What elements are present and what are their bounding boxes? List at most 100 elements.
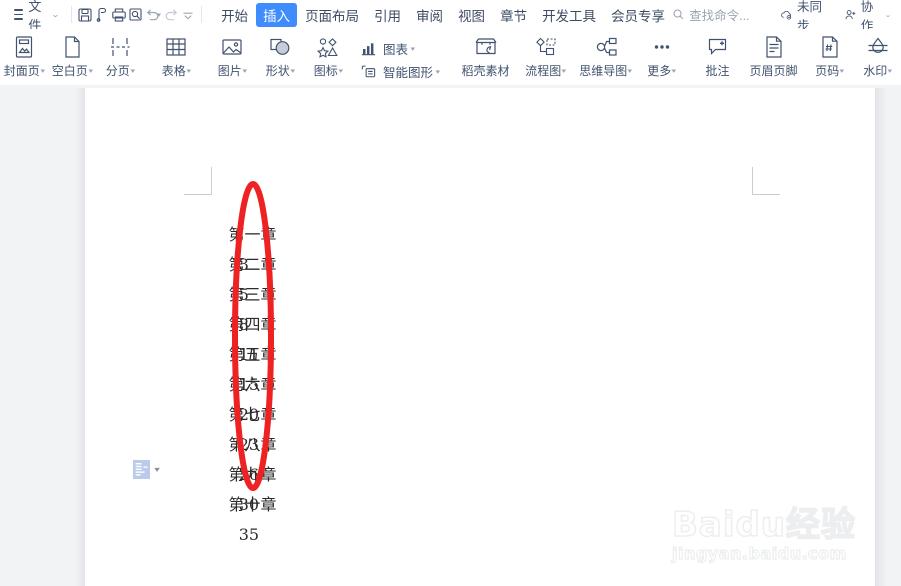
tab-section[interactable]: 章节 bbox=[493, 3, 534, 27]
chapter-label: 第八章 bbox=[228, 435, 277, 454]
more-label: 更多 ▾ bbox=[647, 64, 677, 78]
sync-status-button[interactable]: 未同步 bbox=[772, 0, 836, 33]
flowchart-icon bbox=[533, 34, 559, 60]
tab-insert[interactable]: 插入 bbox=[256, 2, 298, 27]
chapter-label: 第六章 bbox=[228, 375, 277, 394]
page-number: 35 bbox=[228, 525, 260, 544]
toolbar-divider bbox=[71, 6, 72, 23]
flowchart-button[interactable]: 流程图 ▾ bbox=[518, 29, 574, 85]
list-item[interactable]: 第一章 3 bbox=[198, 190, 518, 274]
print-icon[interactable] bbox=[111, 0, 128, 29]
page-shadow-left bbox=[75, 88, 85, 586]
page-number-icon bbox=[819, 34, 841, 60]
more-button[interactable]: 更多 ▾ bbox=[638, 29, 686, 85]
comment-button[interactable]: 批注 bbox=[694, 29, 742, 85]
page-break-icon bbox=[108, 34, 132, 60]
customize-toolbar-icon[interactable] bbox=[180, 0, 197, 29]
ribbon-tabs: 开始 插入 页面布局 引用 审阅 视图 章节 开发工具 会员专享 bbox=[214, 2, 672, 27]
titlebar-overflow-icon[interactable]: ⌄ bbox=[884, 11, 892, 19]
icons-label: 图标 ▾ bbox=[313, 64, 343, 78]
save-icon[interactable] bbox=[77, 0, 94, 29]
chevron-down-icon: ▾ bbox=[40, 67, 45, 75]
ribbon-toolbar: 封面页 ▾ 空白页 ▾ 分页 ▾ 表格 ▾ 图片 ▾ 形状 ▾ 图标 ▾ 图表 … bbox=[0, 29, 901, 85]
search-placeholder: 查找命令... bbox=[689, 9, 750, 23]
table-button[interactable]: 表格 ▾ bbox=[152, 29, 200, 85]
chapter-label: 第二章 bbox=[228, 255, 277, 274]
chart-icon bbox=[358, 41, 378, 57]
mindmap-button[interactable]: 思维导图 ▾ bbox=[574, 29, 638, 85]
chevron-down-icon: ▾ bbox=[671, 67, 677, 75]
undo-dropdown-icon[interactable]: ▾ bbox=[157, 11, 162, 19]
tab-member-exclusive[interactable]: 会员专享 bbox=[604, 3, 672, 27]
shapes-label: 形状 ▾ bbox=[265, 64, 295, 78]
chevron-down-icon: ▾ bbox=[839, 67, 845, 75]
blank-page-button[interactable]: 空白页 ▾ bbox=[48, 29, 96, 85]
shapes-button[interactable]: 形状 ▾ bbox=[256, 29, 304, 85]
tab-view[interactable]: 视图 bbox=[451, 3, 492, 27]
chevron-down-icon: ▾ bbox=[561, 67, 567, 75]
cover-page-label: 封面页 ▾ bbox=[3, 64, 45, 78]
document-text-body[interactable]: 第一章 3 第二章 5 第三章 8 第四章 11 第五章 15 第六章 20 第… bbox=[198, 190, 518, 544]
tab-references[interactable]: 引用 bbox=[367, 3, 408, 27]
chart-button[interactable]: 图表 ▾ bbox=[354, 37, 444, 60]
comment-label: 批注 bbox=[705, 64, 730, 78]
chapter-label: 第四章 bbox=[228, 315, 277, 334]
title-bar: 文件 ⌄ ▾ 开始 插入 页面布局 引用 审阅 视图 章节 开发工具 会员专享 … bbox=[0, 0, 901, 33]
page-number-button[interactable]: 页码 ▾ bbox=[806, 29, 854, 85]
hamburger-icon bbox=[14, 9, 24, 20]
ribbon-group-annotations: 批注 页眉页脚 页码 ▾ 水印 ▾ bbox=[694, 29, 901, 85]
chevron-down-icon[interactable]: ▾ bbox=[154, 465, 160, 474]
picture-icon bbox=[220, 34, 244, 60]
smartart-icon bbox=[358, 64, 378, 80]
paste-options-icon bbox=[133, 460, 150, 479]
ribbon-group-illustrations: 图片 ▾ 形状 ▾ 图标 ▾ 图表 ▾ 智能图形 ▾ bbox=[208, 29, 446, 85]
chevron-down-icon: ⌄ bbox=[50, 10, 60, 19]
ribbon-group-table: 表格 ▾ bbox=[152, 29, 200, 85]
blank-page-label: 空白页 ▾ bbox=[51, 64, 93, 78]
chevron-down-icon: ▾ bbox=[887, 67, 893, 75]
chevron-down-icon: ▾ bbox=[338, 67, 343, 75]
print-preview-icon[interactable] bbox=[94, 0, 111, 29]
picture-button[interactable]: 图片 ▾ bbox=[208, 29, 256, 85]
chapter-label: 第十章 bbox=[228, 495, 277, 514]
cover-page-button[interactable]: 封面页 ▾ bbox=[0, 29, 48, 85]
watermark-url: jingyan.baidu.com bbox=[671, 543, 847, 563]
header-footer-button[interactable]: 页眉页脚 bbox=[742, 29, 806, 85]
chevron-down-icon: ▾ bbox=[186, 67, 191, 75]
search-input[interactable]: 查找命令... bbox=[672, 5, 772, 24]
tab-review[interactable]: 审阅 bbox=[409, 3, 450, 27]
docer-store-icon bbox=[473, 34, 499, 60]
watermark-button[interactable]: 水印 ▾ bbox=[854, 29, 901, 85]
chapter-label: 第五章 bbox=[228, 345, 277, 364]
page-break-button[interactable]: 分页 ▾ bbox=[96, 29, 144, 85]
watermark-label: 水印 ▾ bbox=[863, 64, 893, 78]
chevron-down-icon: ▾ bbox=[627, 67, 633, 75]
shapes-icon bbox=[268, 34, 292, 60]
docer-store-button[interactable]: 稻壳素材 bbox=[454, 29, 518, 85]
file-menu-button[interactable]: 文件 ⌄ bbox=[0, 0, 66, 33]
page-number-label: 页码 ▾ bbox=[815, 64, 845, 78]
toolbar-divider-2 bbox=[201, 6, 203, 23]
blank-page-icon bbox=[61, 34, 83, 60]
collaborate-button[interactable]: 协作 bbox=[836, 0, 889, 33]
more-icon bbox=[650, 34, 674, 60]
paste-options-smart-tag[interactable]: ▾ bbox=[133, 460, 160, 479]
watermark-brand: Baidu经验 bbox=[671, 505, 857, 545]
margin-mark-top-right bbox=[752, 167, 780, 195]
tab-developer-tools[interactable]: 开发工具 bbox=[535, 3, 603, 27]
icons-button[interactable]: 图标 ▾ bbox=[304, 29, 352, 85]
chevron-down-icon: ▾ bbox=[242, 67, 247, 75]
cloud-sync-icon bbox=[781, 10, 791, 20]
tab-start[interactable]: 开始 bbox=[214, 3, 255, 27]
chevron-down-icon: ▾ bbox=[130, 67, 135, 75]
page-shadow-right bbox=[875, 88, 887, 586]
smartart-button[interactable]: 智能图形 ▾ bbox=[354, 60, 444, 83]
search-doc-icon[interactable] bbox=[127, 0, 144, 29]
page-break-label: 分页 ▾ bbox=[105, 64, 135, 78]
redo-icon[interactable] bbox=[163, 0, 180, 29]
tab-page-layout[interactable]: 页面布局 bbox=[298, 3, 366, 27]
chapter-label: 第一章 bbox=[228, 225, 277, 244]
picture-label: 图片 ▾ bbox=[217, 64, 247, 78]
docer-store-label: 稻壳素材 bbox=[461, 64, 510, 78]
comment-icon bbox=[706, 34, 730, 60]
